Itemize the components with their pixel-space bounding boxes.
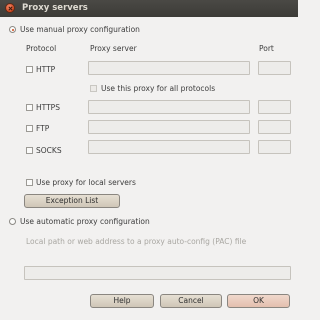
socks-server-field[interactable]: [88, 140, 250, 154]
http-server-field[interactable]: [88, 61, 250, 75]
manual-config-label: Use manual proxy configuration: [20, 25, 140, 34]
auto-config-label: Use automatic proxy configuration: [20, 217, 150, 226]
ok-button[interactable]: OK: [227, 294, 290, 308]
http-checkbox[interactable]: [26, 66, 33, 73]
https-port-field[interactable]: [258, 100, 291, 114]
http-label: HTTP: [36, 65, 56, 74]
use-for-all-checkbox[interactable]: [90, 85, 97, 92]
manual-config-radio[interactable]: [9, 26, 16, 33]
exception-list-button[interactable]: Exception List: [24, 194, 120, 208]
server-column-header: Proxy server: [90, 44, 137, 53]
ftp-port-field[interactable]: [258, 120, 291, 134]
cancel-button[interactable]: Cancel: [160, 294, 222, 308]
title-bar: Proxy servers: [0, 0, 298, 17]
use-for-all-label: Use this proxy for all protocols: [101, 84, 216, 93]
help-button[interactable]: Help: [90, 294, 154, 308]
local-servers-label: Use proxy for local servers: [36, 178, 136, 187]
ftp-label: FTP: [36, 124, 50, 133]
https-server-field[interactable]: [88, 100, 250, 114]
socks-checkbox[interactable]: [26, 147, 33, 154]
protocol-column-header: Protocol: [26, 44, 57, 53]
ftp-server-field[interactable]: [88, 120, 250, 134]
auto-config-radio[interactable]: [9, 218, 16, 225]
socks-label: SOCKS: [36, 146, 62, 155]
pac-url-field[interactable]: [24, 266, 291, 280]
local-servers-checkbox[interactable]: [26, 179, 33, 186]
window-title: Proxy servers: [22, 3, 88, 13]
port-column-header: Port: [259, 44, 274, 53]
pac-hint: Local path or web address to a proxy aut…: [26, 237, 247, 246]
close-icon[interactable]: [5, 3, 15, 13]
http-port-field[interactable]: [258, 61, 291, 75]
https-checkbox[interactable]: [26, 104, 33, 111]
ftp-checkbox[interactable]: [26, 125, 33, 132]
proxy-servers-dialog: Proxy servers Use manual proxy configura…: [0, 0, 298, 320]
https-label: HTTPS: [36, 103, 60, 112]
socks-port-field[interactable]: [258, 140, 291, 154]
